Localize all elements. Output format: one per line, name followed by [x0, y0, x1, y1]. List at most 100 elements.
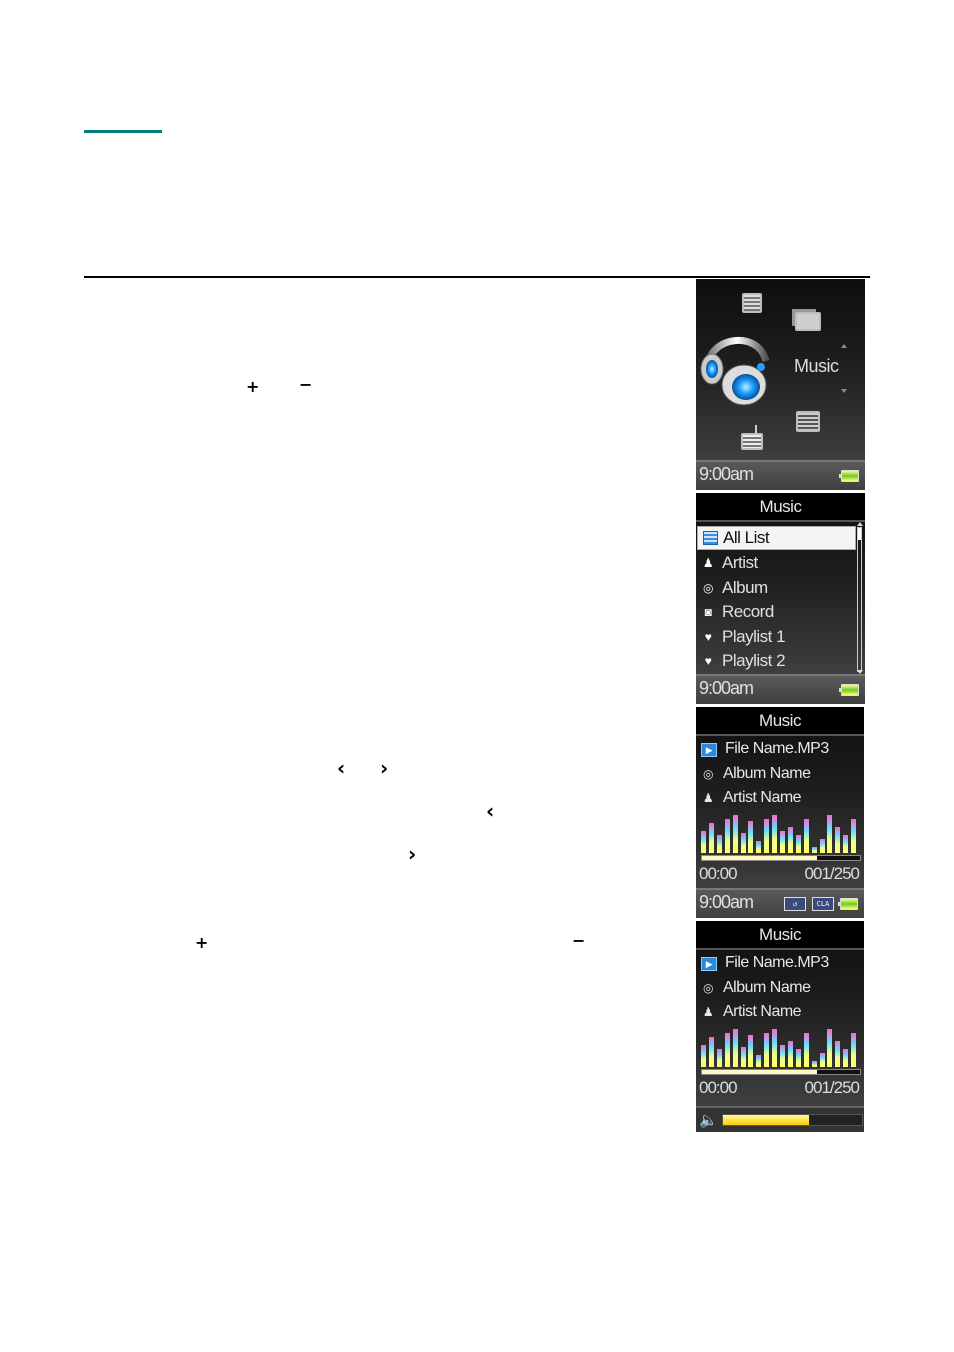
volume-screen: Music ▶ File Name.MP3 ◎ Album Name ♟ Artist…: [696, 921, 864, 1132]
list-item-label: Playlist 1: [722, 626, 786, 646]
scroll-up-icon[interactable]: [841, 344, 847, 348]
equalizer-bar: [803, 819, 809, 853]
volume-slider-fill: [723, 1115, 810, 1125]
equalizer-bar: [780, 831, 785, 853]
record-icon: ◙: [704, 605, 712, 619]
play-icon: ▶: [701, 957, 717, 971]
equalizer-bar: [827, 815, 833, 853]
list-item-album[interactable]: ◎ Album: [696, 576, 856, 601]
equalizer-bar: [843, 835, 849, 853]
album-name: Album Name: [723, 979, 811, 996]
equalizer-bar: [764, 819, 770, 853]
equalizer-bar: [772, 815, 778, 853]
list-item-playlist-2[interactable]: ♥ Playlist 2: [696, 649, 856, 674]
clock: 9:00am: [699, 464, 754, 484]
next-key-icon: ›: [408, 842, 417, 866]
screen-title: Music: [696, 921, 864, 950]
speaker-icon: 🔈: [699, 1112, 718, 1129]
next-key-icon: ›: [380, 756, 389, 780]
list-item-artist[interactable]: ♟ Artist: [696, 551, 856, 576]
screen-title: Music: [696, 707, 864, 736]
equalizer-bar: [835, 827, 841, 853]
list-item-label: Record: [722, 602, 774, 621]
list-icon: [703, 531, 718, 545]
radio-icon[interactable]: [741, 425, 763, 450]
list-icon[interactable]: [742, 293, 762, 313]
heart-icon: ♥: [704, 654, 712, 668]
eq-mode-icon: CLA: [812, 897, 834, 911]
equalizer-bar: [803, 1033, 809, 1067]
equalizer-bar: [724, 1033, 730, 1067]
volume-slider[interactable]: [722, 1114, 863, 1126]
equalizer-bar: [780, 1045, 785, 1067]
list-item-record[interactable]: ◙ Record: [696, 600, 856, 625]
equalizer-bar: [756, 841, 762, 853]
main-menu-screen: Music 9:00am: [696, 279, 865, 490]
heart-icon: ♥: [704, 629, 712, 644]
list-item-label: Playlist 2: [722, 651, 786, 670]
video-icon[interactable]: [796, 411, 820, 432]
list-item-label: Album: [722, 577, 768, 597]
equalizer-bar: [756, 1055, 762, 1067]
track-progress-bar[interactable]: [701, 855, 861, 861]
now-playing-screen: Music ▶ File Name.MP3 ◎ Album Name ♟ Artist…: [696, 707, 864, 918]
clock: 9:00am: [699, 892, 754, 912]
equalizer-bar: [701, 831, 706, 853]
equalizer-bar: [748, 821, 754, 853]
screen-title: Music: [696, 493, 865, 522]
disc-icon: ◎: [703, 580, 713, 595]
headphones-icon[interactable]: [698, 329, 772, 409]
equalizer-bar: [795, 835, 801, 853]
file-name: File Name.MP3: [725, 954, 829, 971]
track-counter: 001/250: [804, 864, 860, 883]
equalizer-bar: [708, 1037, 714, 1067]
equalizer-bar: [732, 815, 738, 853]
equalizer-bar: [716, 1049, 722, 1067]
equalizer-bar: [701, 1045, 706, 1067]
scroll-thumb[interactable]: [858, 528, 861, 540]
section-accent-rule: [84, 130, 162, 133]
scrollbar[interactable]: [857, 527, 862, 672]
minus-key-icon: −: [299, 375, 313, 394]
track-counter: 001/250: [804, 1078, 860, 1097]
battery-full-icon: [838, 898, 858, 910]
album-row: ◎ Album Name: [701, 765, 811, 783]
photo-icon[interactable]: [795, 312, 821, 331]
list-item-playlist-1[interactable]: ♥ Playlist 1: [696, 625, 856, 650]
list-item-all-list[interactable]: All List: [697, 526, 856, 550]
scroll-down-icon[interactable]: [841, 389, 847, 393]
repeat-mode-icon: ↺: [784, 897, 806, 911]
equalizer-bar: [795, 1049, 801, 1067]
equalizer-bar: [787, 1041, 793, 1067]
prev-key-icon: ‹: [486, 799, 495, 823]
equalizer-bar: [835, 1041, 841, 1067]
artist-name: Artist Name: [723, 1003, 802, 1020]
play-icon: ▶: [701, 743, 717, 757]
disc-icon: ◎: [703, 767, 713, 781]
equalizer-bar: [819, 839, 825, 853]
file-name: File Name.MP3: [725, 740, 829, 757]
menu-selected-label[interactable]: Music: [794, 356, 839, 377]
equalizer-bar: [787, 827, 793, 853]
equalizer-bar: [740, 1047, 746, 1067]
album-row: ◎ Album Name: [701, 979, 811, 997]
scroll-up-icon[interactable]: [857, 522, 863, 526]
elapsed-time: 00:00: [699, 1078, 738, 1097]
equalizer-bar: [740, 833, 746, 853]
equalizer-bar: [764, 1033, 770, 1067]
music-list-screen: Music All List ♟ Artist ◎ Album ◙ Record…: [696, 493, 865, 704]
equalizer-bar: [851, 1033, 857, 1067]
artist-row: ♟ Artist Name: [701, 1003, 802, 1021]
equalizer-bar: [708, 823, 714, 853]
status-bar: 9:00am: [696, 460, 865, 490]
list-item-label: All List: [723, 528, 770, 547]
time-row: 00:00 001/250: [699, 864, 860, 884]
equalizer-bar: [732, 1029, 738, 1067]
section-divider: [84, 276, 870, 278]
track-progress-bar[interactable]: [701, 1069, 861, 1075]
disc-icon: ◎: [703, 981, 713, 995]
equalizer-visualizer: [701, 1027, 859, 1067]
status-bar: 9:00am ↺ CLA: [696, 888, 864, 918]
file-name-row: ▶ File Name.MP3: [701, 954, 829, 972]
music-menu-list: All List ♟ Artist ◎ Album ◙ Record ♥ Pla…: [696, 525, 856, 674]
